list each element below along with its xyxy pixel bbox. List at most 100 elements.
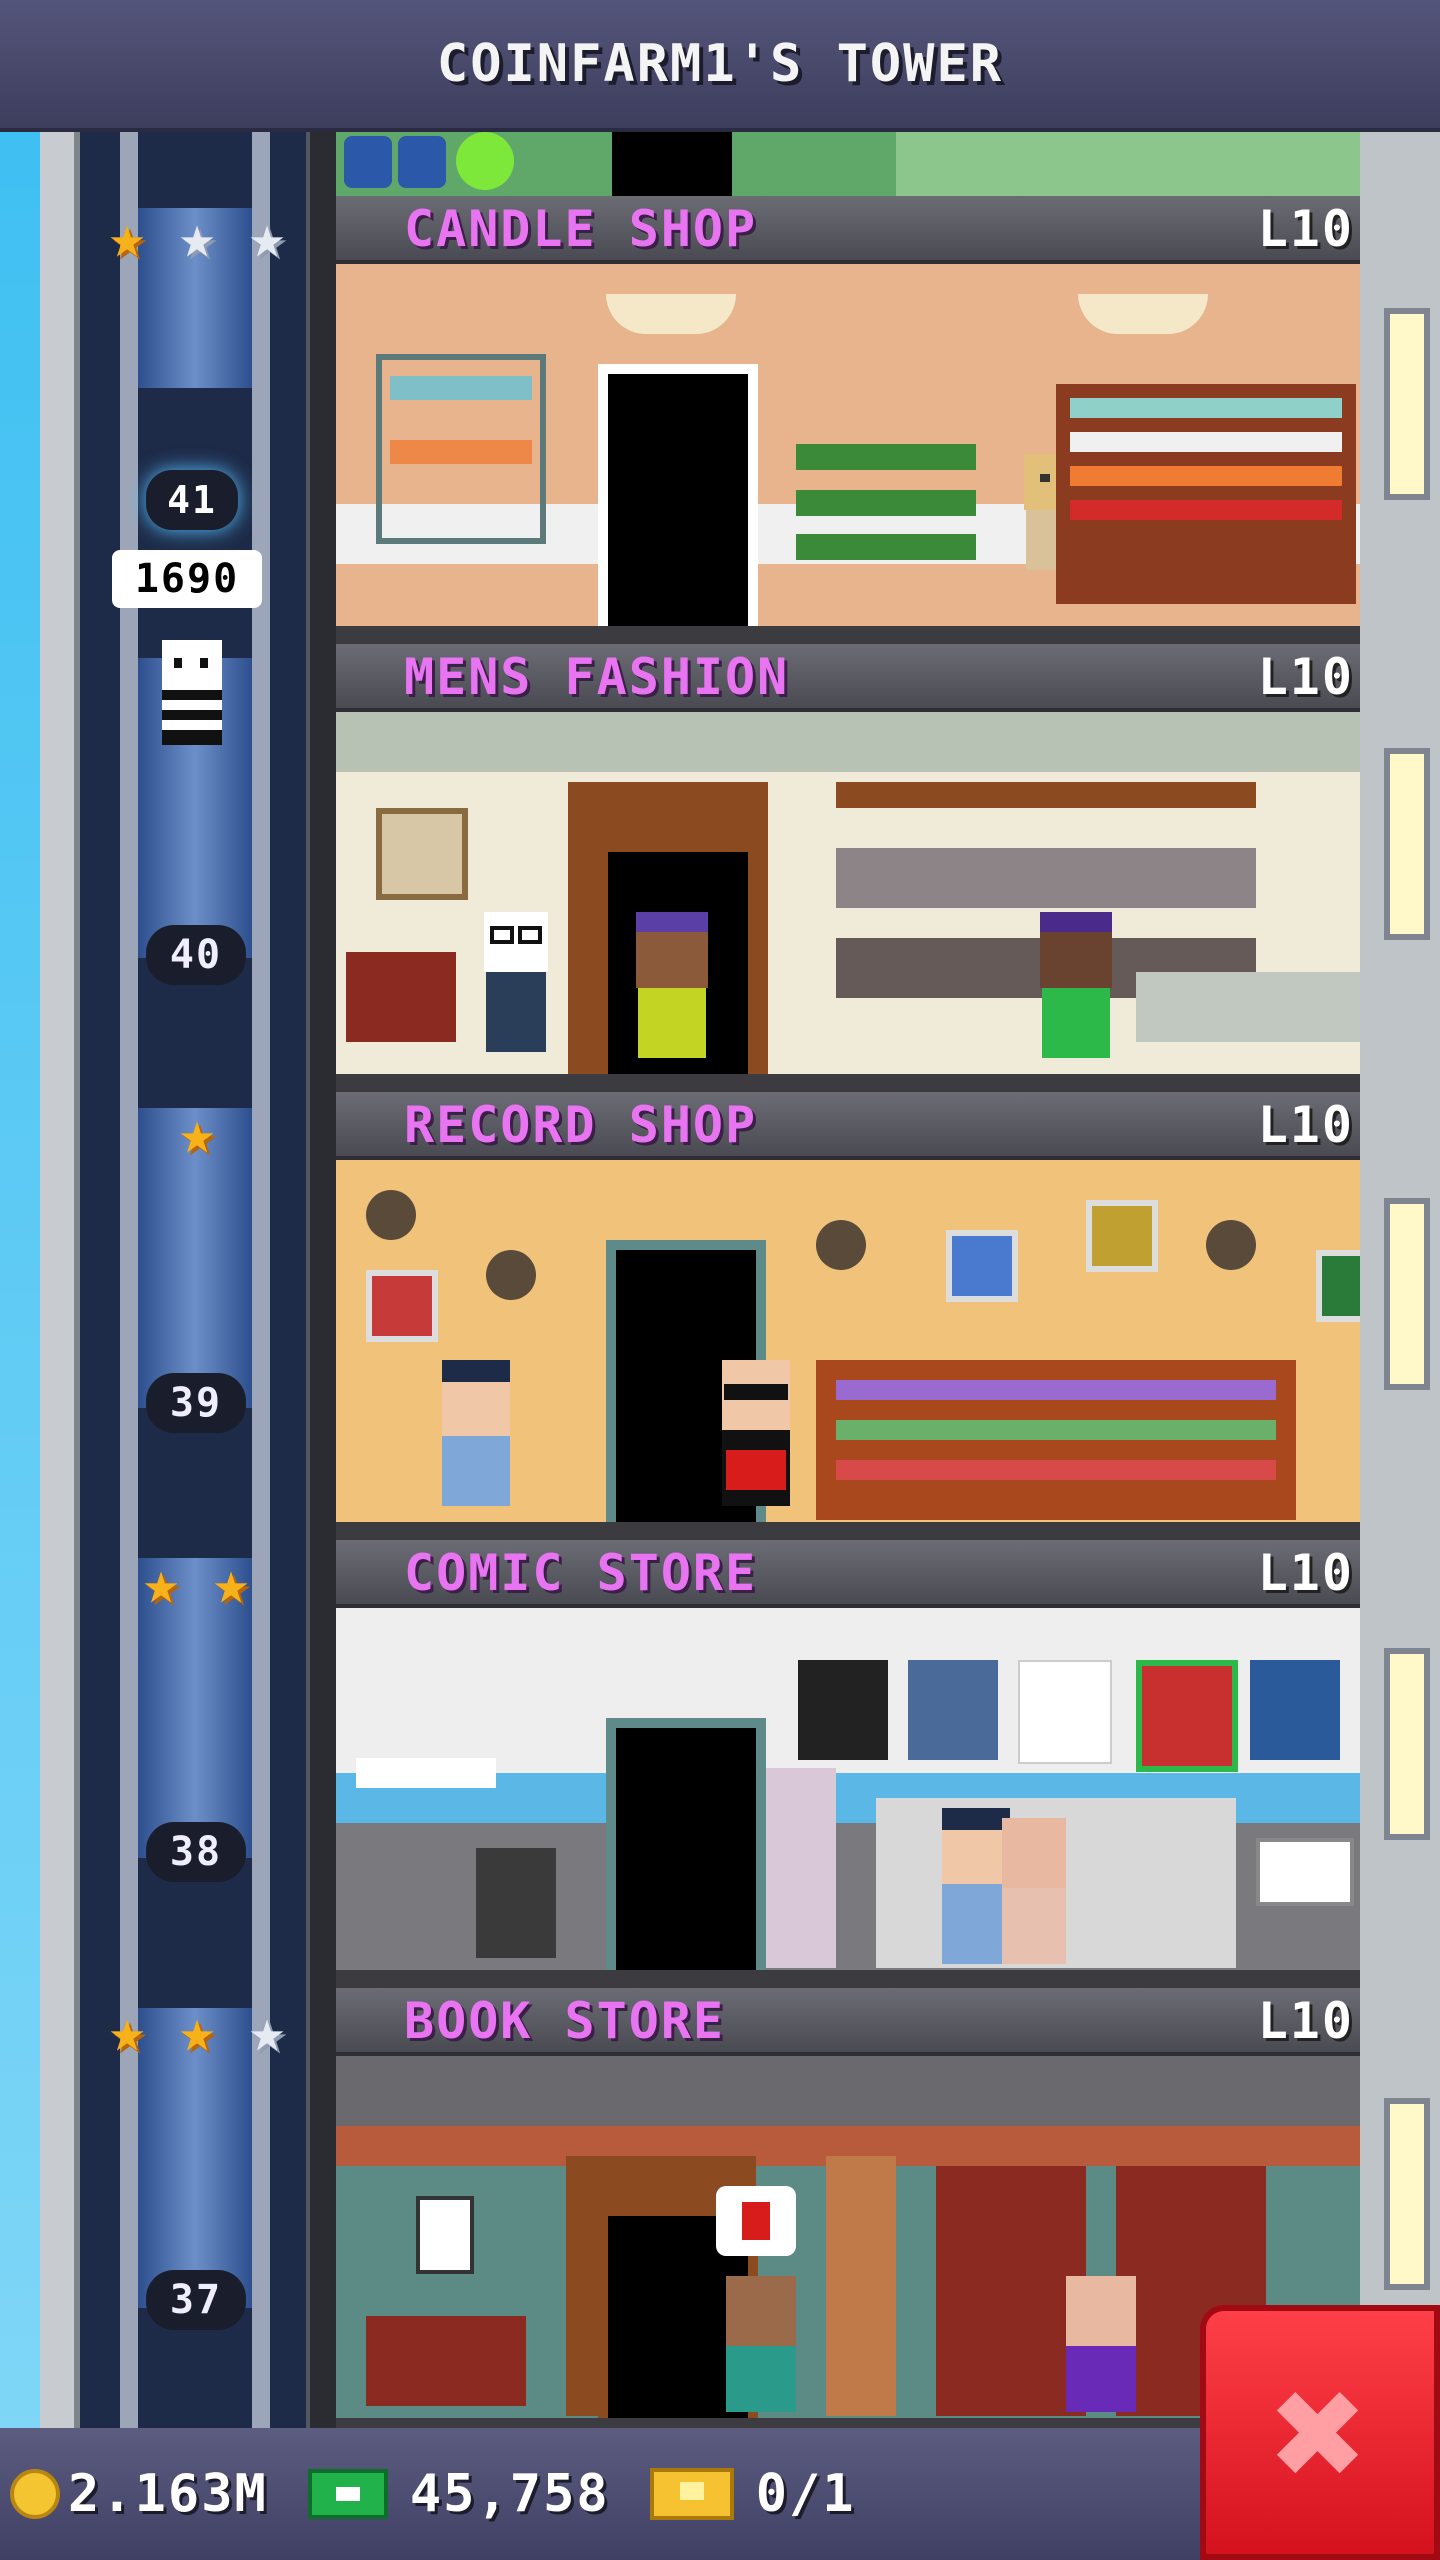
ceiling-lamp-icon xyxy=(1078,294,1208,334)
visitor-bitizen xyxy=(722,1360,790,1506)
floor-title-bar: COMIC STORE L10 xyxy=(336,1540,1360,1608)
floor-surface xyxy=(336,626,1360,644)
gold-star-icon: ★ xyxy=(178,1098,216,1168)
floor-candle-shop[interactable]: CANDLE SHOP L10 xyxy=(336,196,1360,644)
candle-rack xyxy=(376,354,546,544)
pillar xyxy=(826,2156,896,2416)
shop-worker xyxy=(1066,2276,1136,2412)
floor-name: RECORD SHOP xyxy=(404,1096,758,1154)
room-interior xyxy=(336,1608,1360,1988)
bux-stat[interactable]: 45,758 xyxy=(268,2464,610,2524)
floor-rating-record-shop: ★ xyxy=(166,1102,228,1166)
door xyxy=(612,128,732,196)
coins-stat[interactable]: 2.163M xyxy=(0,2464,268,2524)
tower-header: COINFARM1'S TOWER xyxy=(0,0,1440,132)
speech-bubble-book-icon[interactable] xyxy=(716,2186,796,2256)
floor-rating-comic-store: ★ ★ xyxy=(130,1552,262,1616)
vinyl-record-icon xyxy=(366,1190,416,1240)
poster xyxy=(1316,1250,1360,1322)
ceiling-lamp-icon xyxy=(606,294,736,334)
ceiling xyxy=(336,712,1360,772)
candle-table xyxy=(796,404,976,574)
room-interior xyxy=(336,1160,1360,1540)
elevator-coin-bubble[interactable]: 1690 xyxy=(112,550,262,608)
floor-number-label: 39 xyxy=(146,1373,246,1433)
visitor-bitizen xyxy=(726,2276,796,2412)
room-interior xyxy=(336,712,1360,1092)
mannequin xyxy=(484,912,548,1052)
ball-icon xyxy=(456,132,514,190)
display-shelf xyxy=(356,1758,496,1788)
window xyxy=(1384,748,1430,940)
visitor-bitizen xyxy=(636,912,708,1058)
elevator-rider xyxy=(162,640,222,745)
tickets-value: 0/1 xyxy=(755,2464,856,2524)
floor-name: BOOK STORE xyxy=(404,1992,726,2050)
floor-level: L10 xyxy=(1257,648,1354,706)
floor-title-bar: RECORD SHOP L10 xyxy=(336,1092,1360,1160)
tower-title: COINFARM1'S TOWER xyxy=(436,34,1004,94)
police-bitizen xyxy=(442,1360,510,1506)
register xyxy=(1256,1838,1354,1906)
gold-star-icon: ★ xyxy=(178,1996,216,2066)
elevator-floor-indicator: 41 xyxy=(146,470,238,530)
vinyl-record-icon xyxy=(1206,1220,1256,1270)
shop-door xyxy=(606,1718,766,1970)
close-icon: ✖ xyxy=(1271,2339,1369,2526)
floor-name: MENS FASHION xyxy=(404,648,790,706)
window xyxy=(1384,1648,1430,1840)
floor-comic-store[interactable]: COMIC STORE L10 xyxy=(336,1540,1360,1988)
comic-poster xyxy=(1018,1660,1112,1764)
silver-star-icon: ★ xyxy=(248,202,286,272)
shop-workers xyxy=(942,1808,1066,1964)
book-table xyxy=(366,2316,526,2406)
window xyxy=(1384,2098,1430,2290)
close-button[interactable]: ✖ xyxy=(1200,2305,1440,2560)
shop-door xyxy=(598,364,758,626)
floor-surface xyxy=(336,1074,1360,1092)
floor-mens-fashion[interactable]: MENS FASHION L10 xyxy=(336,644,1360,1092)
floor-surface xyxy=(336,1522,1360,1540)
elevator-car[interactable]: 41 1690 xyxy=(112,470,272,790)
floor-surface xyxy=(336,1970,1360,1988)
window xyxy=(1384,308,1430,500)
gold-star-icon: ★ xyxy=(212,1548,250,1618)
floor-number-label: 37 xyxy=(146,2270,246,2330)
vinyl-record-icon xyxy=(486,1250,536,1300)
floor-title-bar: MENS FASHION L10 xyxy=(336,644,1360,712)
floor-name: COMIC STORE xyxy=(404,1544,758,1602)
sky-backdrop xyxy=(0,128,40,2428)
arcade-cabinet xyxy=(476,1848,556,1958)
floor-rating-book-store: ★ ★ ★ xyxy=(96,2000,298,2064)
floor-above-partial[interactable] xyxy=(336,128,1360,196)
counter xyxy=(896,128,1360,196)
comic-poster xyxy=(908,1660,998,1760)
floor-name: CANDLE SHOP xyxy=(404,200,758,258)
floor-number-label: 40 xyxy=(146,925,246,985)
ceiling xyxy=(336,2056,1360,2126)
floor-level: L10 xyxy=(1257,1096,1354,1154)
tower-outer-wall-right xyxy=(1360,128,1440,2428)
tickets-stat[interactable]: 0/1 xyxy=(610,2464,856,2524)
window xyxy=(1384,1198,1430,1390)
floor-level: L10 xyxy=(1257,200,1354,258)
jar-icon xyxy=(344,136,392,188)
vinyl-record-icon xyxy=(816,1220,866,1270)
candle-shelf xyxy=(1056,384,1356,604)
floor-title-bar: CANDLE SHOP L10 xyxy=(336,196,1360,264)
floor-record-shop[interactable]: RECORD SHOP L10 xyxy=(336,1092,1360,1540)
counter xyxy=(1136,972,1360,1042)
gold-star-icon: ★ xyxy=(108,1996,146,2066)
floor-rating-candle-shop: ★ ★ ★ xyxy=(96,206,298,270)
golden-ticket-icon xyxy=(649,2468,734,2520)
poster xyxy=(946,1230,1018,1302)
comic-poster xyxy=(1250,1660,1340,1760)
shaft-frame xyxy=(306,128,340,2428)
comic-spinner-rack xyxy=(766,1768,836,1968)
bookmark-sign xyxy=(416,2196,474,2274)
shirt-poster xyxy=(376,808,468,900)
gold-star-icon: ★ xyxy=(142,1548,180,1618)
silver-star-icon: ★ xyxy=(178,202,216,272)
shop-worker xyxy=(1040,912,1112,1058)
bux-icon xyxy=(307,2469,388,2519)
